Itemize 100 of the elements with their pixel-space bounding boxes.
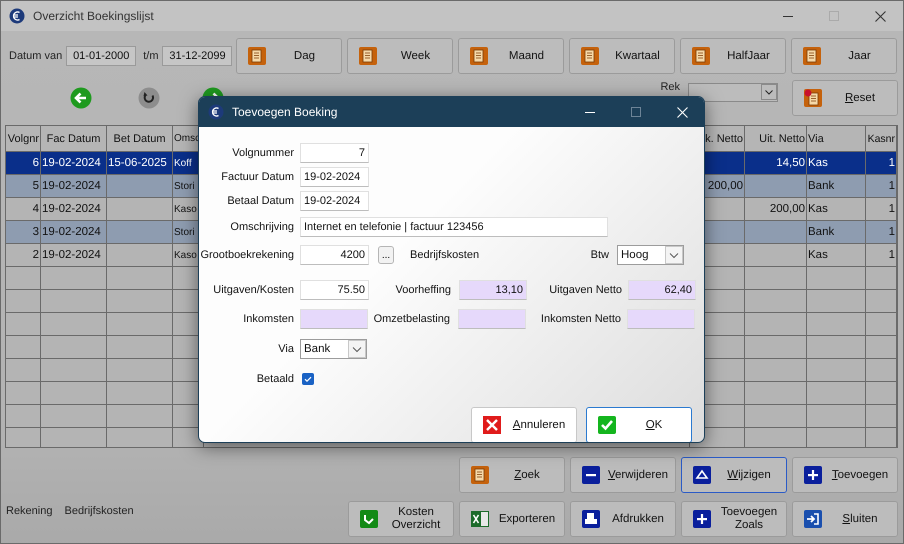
checkbox[interactable]: [302, 373, 314, 385]
button[interactable]: Dag: [236, 38, 342, 74]
column-header[interactable]: Kasnr: [866, 126, 896, 152]
document-icon: [470, 465, 490, 485]
input-field[interactable]: Internet en telefonie | factuur 123456: [300, 217, 608, 237]
table-cell: 5: [32, 180, 39, 192]
table-cell: Kaso: [174, 250, 197, 260]
field-label: Grootboekrekening: [199, 249, 295, 261]
account-name: Bedrijfskosten: [410, 249, 480, 261]
button[interactable]: Kosten Overzicht: [348, 501, 454, 537]
table-cell: Koff: [174, 158, 192, 168]
readonly-field: [300, 309, 368, 329]
button[interactable]: Sluiten: [792, 501, 898, 537]
readonly-field: 13,10: [459, 280, 527, 300]
plus-icon: [692, 509, 712, 529]
column-header[interactable]: Fac Datum: [40, 126, 106, 152]
refresh-icon[interactable]: [138, 87, 160, 109]
table-cell: 19-02-2024: [42, 203, 101, 215]
button[interactable]: Maand: [458, 38, 564, 74]
table-cell: Stori: [174, 226, 195, 238]
column-header[interactable]: k. Netto: [705, 132, 743, 144]
cancel-icon: [482, 415, 502, 435]
readonly-field: [458, 309, 526, 329]
close-icon[interactable]: [875, 10, 886, 22]
dialog-title: Toevoegen Boeking: [232, 105, 338, 119]
dropdown[interactable]: Hoog: [617, 245, 684, 265]
field-label: Omzetbelasting: [372, 313, 451, 325]
button[interactable]: Annuleren: [471, 407, 577, 442]
account-label: Rek: [660, 81, 680, 93]
table-cell: Bank: [808, 180, 834, 192]
document-icon: [802, 46, 822, 66]
document-icon: [247, 46, 268, 66]
table-cell: 19-02-2024: [42, 226, 101, 238]
document-icon: [691, 46, 712, 66]
field-label: Btw: [590, 249, 610, 261]
caret-icon: [348, 340, 366, 358]
input-field[interactable]: 7: [300, 143, 369, 163]
button[interactable]: Zoek: [459, 457, 565, 493]
checkmark-icon: [303, 374, 313, 384]
table-cell: 14,50: [776, 157, 805, 169]
column-header[interactable]: Via: [806, 126, 866, 152]
table-cell: Bank: [808, 226, 834, 238]
button[interactable]: Jaar: [791, 38, 898, 74]
input-field[interactable]: 19-02-2024: [300, 191, 369, 211]
column-header[interactable]: Uit. Netto: [744, 126, 806, 152]
table-cell: 1: [888, 203, 895, 215]
field-label: Betaal Datum: [226, 195, 295, 207]
field-label: Inkomsten Netto: [540, 313, 622, 325]
table-cell: 200,00: [708, 180, 743, 192]
field-label: Factuur Datum: [220, 171, 295, 183]
table-cell: 6: [32, 157, 39, 169]
readonly-field: [627, 309, 695, 329]
table-cell: 2: [32, 249, 39, 261]
table-cell: 19-02-2024: [42, 157, 101, 169]
button[interactable]: Week: [347, 38, 454, 74]
table-cell: 19-02-2024: [42, 180, 101, 192]
button[interactable]: Toevoegen: [792, 457, 898, 493]
document-reset-icon: [803, 88, 823, 108]
logo-icon: [208, 104, 224, 120]
document-icon: [469, 46, 490, 66]
button[interactable]: Kwartaal: [569, 38, 676, 74]
table-cell: Kaso: [174, 204, 197, 214]
field-label: Voorheffing: [394, 284, 452, 296]
table-cell: 200,00: [770, 203, 805, 215]
button[interactable]: Verwijderen: [570, 457, 676, 493]
date-field[interactable]: 01-01-2000: [66, 46, 136, 66]
lookup-button[interactable]: ...: [378, 246, 394, 264]
input-field[interactable]: 4200: [300, 245, 369, 265]
input-field[interactable]: 75.50: [300, 280, 369, 300]
field-label: Omschrijving: [229, 221, 295, 233]
button[interactable]: Exporteren: [459, 501, 565, 537]
column-header[interactable]: Bet Datum: [106, 126, 172, 152]
account-dropdown[interactable]: [688, 82, 778, 102]
field-label: Uitgaven/Kosten: [212, 284, 295, 296]
readonly-field: 62,40: [628, 280, 696, 300]
date-field[interactable]: 31-12-2099: [162, 46, 232, 66]
button[interactable]: HalfJaar: [680, 38, 786, 74]
date-label: Datum van: [9, 50, 62, 62]
sign-in-icon: [803, 509, 823, 529]
button[interactable]: Reset: [792, 80, 898, 116]
caret-icon: [761, 84, 777, 100]
field-label: Inkomsten: [242, 313, 295, 325]
minus-icon: [581, 465, 601, 485]
table-cell: 1: [888, 157, 895, 169]
status-value: Bedrijfskosten: [64, 505, 134, 517]
dropdown[interactable]: Bank: [300, 339, 367, 359]
button[interactable]: Wijzigen: [681, 457, 787, 493]
table-cell: 1: [888, 226, 895, 238]
button[interactable]: Toevoegen Zoals: [681, 501, 787, 537]
button[interactable]: OK: [586, 407, 692, 442]
table-cell: 1: [888, 249, 895, 261]
document-icon: [358, 46, 378, 66]
button[interactable]: Afdrukken: [570, 501, 676, 537]
date-label: t/m: [143, 50, 158, 62]
column-header[interactable]: Volgnr: [6, 126, 40, 152]
input-field[interactable]: 19-02-2024: [300, 167, 369, 187]
table-cell: 1: [888, 180, 895, 192]
window-title: Overzicht Boekingslijst: [33, 9, 154, 23]
table-cell: 15-06-2025: [108, 157, 167, 169]
table-cell: Kas: [808, 203, 828, 215]
